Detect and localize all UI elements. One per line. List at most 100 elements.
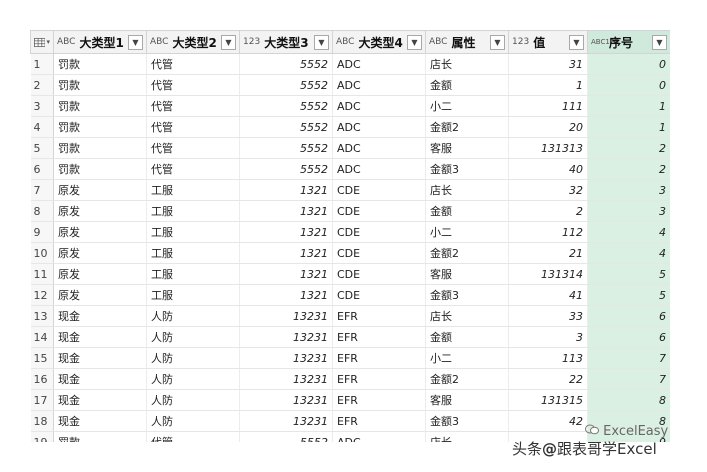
table-cell[interactable]: EFR xyxy=(332,326,426,348)
row-number[interactable]: 8 xyxy=(30,200,54,222)
table-cell[interactable]: 131314 xyxy=(508,263,588,285)
table-cell[interactable]: 工服 xyxy=(146,179,240,201)
table-cell[interactable]: 代管 xyxy=(146,74,240,96)
table-cell[interactable]: 131315 xyxy=(508,389,588,411)
table-cell[interactable]: 5552 xyxy=(239,137,333,159)
table-row[interactable]: 5 罚款 代管 5552 ADC 客服 131313 2 xyxy=(30,137,670,159)
table-cell[interactable]: 人防 xyxy=(146,347,240,369)
number-type-icon[interactable]: 123 xyxy=(243,37,260,47)
table-cell[interactable]: 工服 xyxy=(146,284,240,306)
row-number[interactable]: 18 xyxy=(30,410,54,432)
row-number[interactable]: 19 xyxy=(30,431,54,442)
table-cell[interactable]: 5 xyxy=(587,263,670,285)
table-cell[interactable]: 5552 xyxy=(239,116,333,138)
table-cell[interactable]: EFR xyxy=(332,347,426,369)
table-cell[interactable]: 现金 xyxy=(53,410,147,432)
table-cell[interactable]: 店长 xyxy=(425,305,509,327)
table-row[interactable]: 12 原发 工服 1321 CDE 金额3 41 5 xyxy=(30,284,670,306)
table-cell[interactable]: EFR xyxy=(332,389,426,411)
table-cell[interactable]: 人防 xyxy=(146,326,240,348)
table-cell[interactable]: 原发 xyxy=(53,221,147,243)
table-cell[interactable]: CDE xyxy=(332,221,426,243)
filter-dropdown-icon[interactable]: ▼ xyxy=(407,34,422,50)
table-cell[interactable]: EFR xyxy=(332,368,426,390)
table-row[interactable]: 2 罚款 代管 5552 ADC 金额 1 0 xyxy=(30,74,670,96)
table-cell[interactable]: 工服 xyxy=(146,263,240,285)
table-row[interactable]: 8 原发 工服 1321 CDE 金额 2 3 xyxy=(30,200,670,222)
table-row[interactable]: 13 现金 人防 13231 EFR 店长 33 6 xyxy=(30,305,670,327)
table-cell[interactable]: 31 xyxy=(508,53,588,75)
table-cell[interactable]: 13231 xyxy=(239,410,333,432)
table-cell[interactable]: 0 xyxy=(587,53,670,75)
table-row[interactable]: 17 现金 人防 13231 EFR 客服 131315 8 xyxy=(30,389,670,411)
row-number[interactable]: 10 xyxy=(30,242,54,264)
table-cell[interactable]: EFR xyxy=(332,410,426,432)
table-row[interactable]: 9 原发 工服 1321 CDE 小二 112 4 xyxy=(30,221,670,243)
table-cell[interactable]: 111 xyxy=(508,95,588,117)
table-cell[interactable]: ADC xyxy=(332,74,426,96)
filter-dropdown-icon[interactable]: ▼ xyxy=(652,34,667,50)
table-cell[interactable]: 原发 xyxy=(53,242,147,264)
table-cell[interactable]: 13231 xyxy=(239,368,333,390)
table-cell[interactable]: 2 xyxy=(587,158,670,180)
table-cell[interactable]: 6 xyxy=(587,305,670,327)
row-number[interactable]: 16 xyxy=(30,368,54,390)
table-cell[interactable]: 原发 xyxy=(53,200,147,222)
table-cell[interactable]: 3 xyxy=(508,326,588,348)
column-header-2[interactable]: ABC 大类型2 ▼ xyxy=(146,30,240,54)
filter-dropdown-icon[interactable]: ▼ xyxy=(490,34,505,50)
table-cell[interactable]: 小二 xyxy=(425,347,509,369)
column-header-1[interactable]: ABC 大类型1 ▼ xyxy=(53,30,147,54)
table-cell[interactable]: 罚款 xyxy=(53,431,147,442)
table-row[interactable]: 6 罚款 代管 5552 ADC 金额3 40 2 xyxy=(30,158,670,180)
table-cell[interactable]: 5552 xyxy=(239,53,333,75)
table-cell[interactable]: 代管 xyxy=(146,95,240,117)
table-row[interactable]: 4 罚款 代管 5552 ADC 金额2 20 1 xyxy=(30,116,670,138)
table-cell[interactable]: 现金 xyxy=(53,347,147,369)
table-row[interactable]: 15 现金 人防 13231 EFR 小二 113 7 xyxy=(30,347,670,369)
table-row[interactable]: 10 原发 工服 1321 CDE 金额2 21 4 xyxy=(30,242,670,264)
table-cell[interactable]: 5552 xyxy=(239,431,333,442)
table-cell[interactable]: 5552 xyxy=(239,74,333,96)
table-cell[interactable]: 1 xyxy=(587,95,670,117)
row-number[interactable]: 6 xyxy=(30,158,54,180)
table-cell[interactable]: 13231 xyxy=(239,305,333,327)
table-cell[interactable]: 5552 xyxy=(239,158,333,180)
row-number[interactable]: 7 xyxy=(30,179,54,201)
table-cell[interactable]: 5 xyxy=(587,284,670,306)
table-cell[interactable]: 金额 xyxy=(425,200,509,222)
table-cell[interactable]: 人防 xyxy=(146,305,240,327)
column-header-3[interactable]: 123 大类型3 ▼ xyxy=(239,30,333,54)
table-cell[interactable]: 1321 xyxy=(239,242,333,264)
table-cell[interactable]: 人防 xyxy=(146,389,240,411)
table-cell[interactable]: 金额2 xyxy=(425,242,509,264)
table-cell[interactable]: 金额3 xyxy=(425,410,509,432)
table-cell[interactable]: 131313 xyxy=(508,137,588,159)
table-cell[interactable]: 原发 xyxy=(53,179,147,201)
table-cell[interactable]: 33 xyxy=(508,305,588,327)
table-cell[interactable]: 工服 xyxy=(146,221,240,243)
table-cell[interactable]: ADC xyxy=(332,95,426,117)
table-cell[interactable]: 罚款 xyxy=(53,137,147,159)
table-cell[interactable]: 现金 xyxy=(53,326,147,348)
table-cell[interactable]: 3 xyxy=(587,200,670,222)
table-cell[interactable]: ADC xyxy=(332,431,426,442)
table-cell[interactable]: 8 xyxy=(587,389,670,411)
table-menu-button[interactable]: ▾ xyxy=(30,30,54,54)
filter-dropdown-icon[interactable]: ▼ xyxy=(221,34,236,50)
table-cell[interactable]: 40 xyxy=(508,158,588,180)
row-number[interactable]: 15 xyxy=(30,347,54,369)
table-cell[interactable]: 3 xyxy=(587,179,670,201)
filter-dropdown-icon[interactable]: ▼ xyxy=(314,34,329,50)
table-cell[interactable]: 0 xyxy=(587,74,670,96)
table-row[interactable]: 3 罚款 代管 5552 ADC 小二 111 1 xyxy=(30,95,670,117)
table-row[interactable]: 18 现金 人防 13231 EFR 金额3 42 8 xyxy=(30,410,670,432)
table-cell[interactable]: 1321 xyxy=(239,200,333,222)
table-cell[interactable]: 4 xyxy=(587,221,670,243)
table-cell[interactable]: 人防 xyxy=(146,410,240,432)
table-cell[interactable]: 金额3 xyxy=(425,284,509,306)
table-cell[interactable]: 13231 xyxy=(239,347,333,369)
table-cell[interactable]: 22 xyxy=(508,368,588,390)
table-cell[interactable]: 4 xyxy=(587,242,670,264)
text-type-icon[interactable]: ABC xyxy=(150,37,168,47)
